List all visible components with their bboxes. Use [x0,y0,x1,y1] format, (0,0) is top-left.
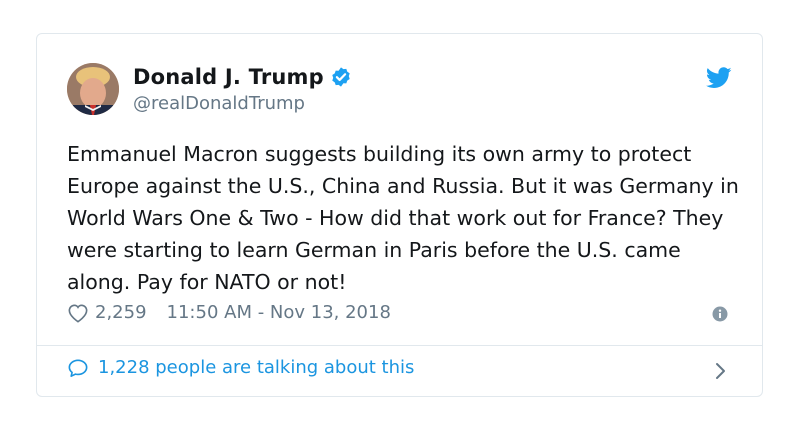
twitter-bird-icon[interactable] [705,67,732,89]
chevron-right-icon[interactable] [714,361,728,381]
talking-about-label: 1,228 people are talking about this [98,357,415,378]
tweet-meta: 2,259 11:50 AM - Nov 13, 2018 [67,302,391,323]
tweet-text: Emmanuel Macron suggests building its ow… [67,142,739,294]
conversation-link[interactable]: 1,228 people are talking about this [67,357,414,378]
divider [37,345,762,346]
author-row: Donald J. Trump [133,65,352,89]
author-name[interactable]: Donald J. Trump [133,65,324,89]
avatar[interactable] [67,63,119,115]
info-icon[interactable] [712,306,728,322]
heart-icon[interactable] [67,303,89,323]
like-count[interactable]: 2,259 [95,302,147,323]
tweet-card: Donald J. Trump @realDonaldTrump Emmanue… [36,33,763,397]
avatar-image [67,63,119,115]
speech-bubble-icon [67,358,89,378]
author-handle[interactable]: @realDonaldTrump [133,93,305,114]
tweet-timestamp[interactable]: 11:50 AM - Nov 13, 2018 [167,302,391,323]
verified-badge-icon [330,66,352,88]
